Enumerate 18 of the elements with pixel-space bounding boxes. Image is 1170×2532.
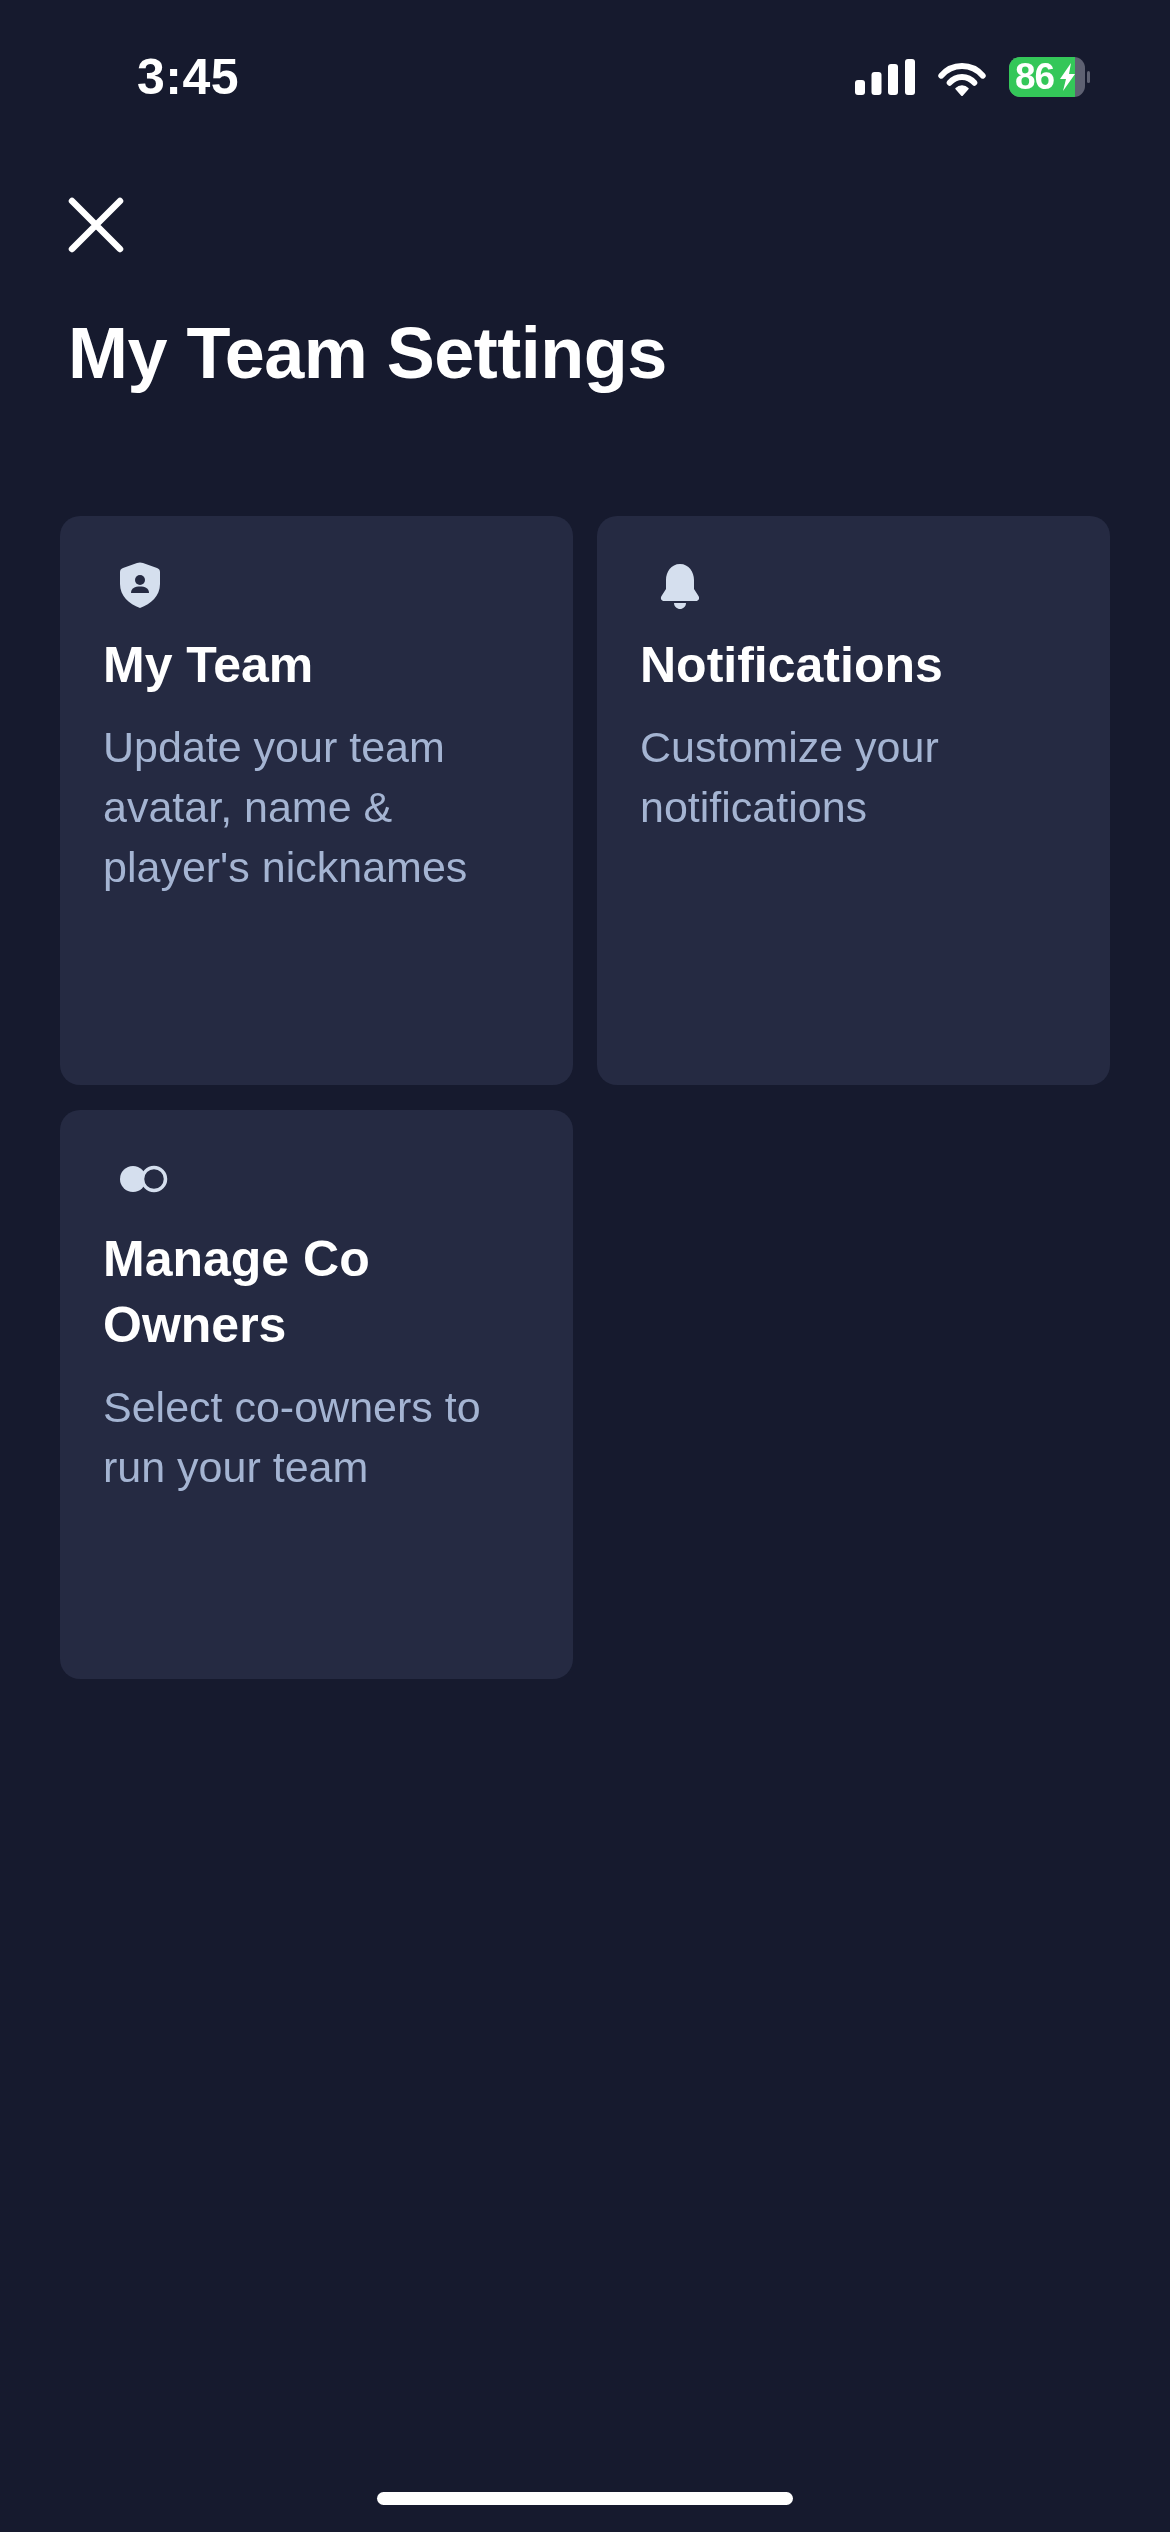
card-description: Customize your notifications xyxy=(640,722,940,833)
battery-percentage: 86 xyxy=(1015,57,1055,97)
settings-card[interactable]: My Team Update your team avatar, name & player's nicknames xyxy=(60,516,573,1085)
close-button[interactable] xyxy=(68,197,124,253)
card-description: Update your team avatar, name & player's nicknames xyxy=(103,722,469,893)
card-title: Notifications xyxy=(640,636,944,695)
card-title: My Team xyxy=(103,636,315,695)
status-time: 3:45 xyxy=(137,52,240,102)
close-icon xyxy=(68,197,124,253)
settings-card[interactable]: Notifications Customize your notifications xyxy=(597,516,1110,1085)
settings-card[interactable]: Manage Co Owners Select co-owners to run your team xyxy=(60,1110,573,1679)
shield-person-icon xyxy=(120,562,160,608)
card-title: Manage Co Owners xyxy=(103,1230,371,1355)
page-title: My Team Settings xyxy=(68,312,667,395)
card-description: Select co-owners to run your team xyxy=(103,1382,482,1493)
two-circles-icon xyxy=(120,1165,168,1193)
signal-icon xyxy=(855,59,915,95)
battery-icon xyxy=(1009,57,1090,97)
